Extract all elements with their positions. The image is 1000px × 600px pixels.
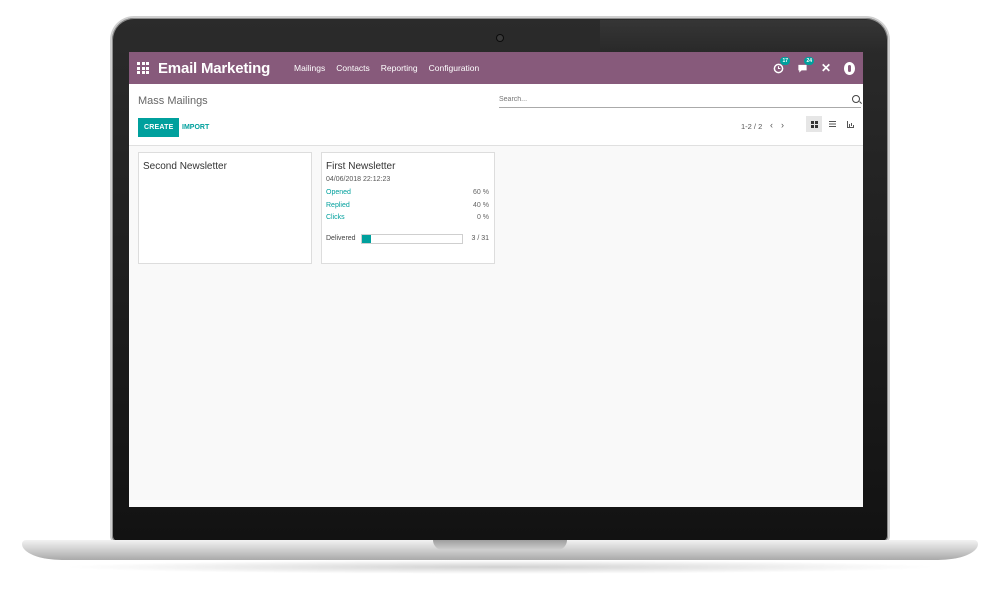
laptop-notch: [433, 540, 567, 550]
messages-badge: 24: [804, 57, 814, 65]
menu-item-reporting[interactable]: Reporting: [381, 63, 418, 73]
kanban-card[interactable]: First Newsletter 04/06/2018 22:12:23 Ope…: [321, 152, 495, 264]
app-screen: Email Marketing Mailings Contacts Report…: [129, 52, 863, 507]
search-input[interactable]: [499, 96, 839, 103]
laptop-shadow: [60, 560, 940, 574]
list-view-icon: [828, 121, 836, 127]
stat-row-opened: Opened 60 %: [326, 189, 489, 202]
app-title: Email Marketing: [158, 59, 271, 77]
stat-row-replied: Replied 40 %: [326, 202, 489, 215]
stat-value: 60 %: [473, 189, 489, 196]
card-title: First Newsletter: [326, 161, 396, 172]
delivered-progress-bar: [360, 233, 463, 244]
apps-grid-icon[interactable]: [137, 62, 149, 74]
kanban-view-button[interactable]: [806, 116, 822, 132]
stat-value: 40 %: [473, 201, 489, 209]
delivered-row: Delivered 3 / 31: [326, 233, 489, 244]
menu-item-mailings[interactable]: Mailings: [294, 63, 325, 73]
delivered-label: Delivered: [326, 235, 356, 242]
graph-view-icon: [846, 120, 854, 128]
import-button[interactable]: IMPORT: [178, 118, 213, 137]
kanban-view: Second Newsletter First Newsletter 04/06…: [138, 152, 495, 264]
kanban-card[interactable]: Second Newsletter: [138, 152, 312, 264]
control-panel: Mass Mailings CREATE IMPORT: [129, 84, 863, 146]
list-view-button[interactable]: [824, 116, 840, 132]
camera-icon: [497, 35, 503, 41]
user-avatar-icon[interactable]: [844, 61, 855, 75]
delivered-count: 3 / 31: [471, 235, 489, 242]
messages-icon[interactable]: 24: [796, 57, 814, 74]
stat-label[interactable]: Clicks: [326, 214, 345, 227]
create-button[interactable]: CREATE: [138, 118, 180, 137]
breadcrumb: Mass Mailings: [138, 95, 208, 107]
graph-view-button[interactable]: [842, 116, 858, 132]
card-date: 04/06/2018 22:12:23: [326, 176, 391, 183]
top-navbar: Email Marketing Mailings Contacts Report…: [129, 52, 863, 84]
search-bar: [499, 94, 861, 108]
stat-row-clicks: Clicks 0 %: [326, 214, 489, 227]
pager-nav: ‹ ›: [770, 120, 784, 130]
systray: 17 24 ✕: [772, 57, 855, 75]
close-icon[interactable]: ✕: [820, 61, 832, 75]
lid-glare: [600, 20, 886, 52]
chevron-left-icon[interactable]: ‹: [770, 120, 773, 130]
chevron-right-icon[interactable]: ›: [781, 120, 784, 130]
search-icon[interactable]: [852, 95, 860, 103]
main-menu: Mailings Contacts Reporting Configuratio…: [294, 63, 479, 73]
menu-item-contacts[interactable]: Contacts: [336, 63, 370, 73]
view-switcher: [806, 116, 858, 132]
card-title: Second Newsletter: [143, 161, 227, 172]
stat-label[interactable]: Replied: [326, 202, 350, 215]
menu-item-configuration[interactable]: Configuration: [429, 63, 480, 73]
activity-clock-icon[interactable]: 17: [772, 57, 790, 74]
laptop-frame: Email Marketing Mailings Contacts Report…: [0, 0, 1000, 600]
delivered-progress-fill: [361, 234, 372, 243]
stat-value: 0 %: [476, 214, 489, 221]
stat-label[interactable]: Opened: [326, 189, 351, 202]
activities-badge: 17: [780, 57, 790, 65]
pager-value: 1-2 / 2: [741, 122, 763, 131]
kanban-view-icon: [810, 120, 818, 128]
